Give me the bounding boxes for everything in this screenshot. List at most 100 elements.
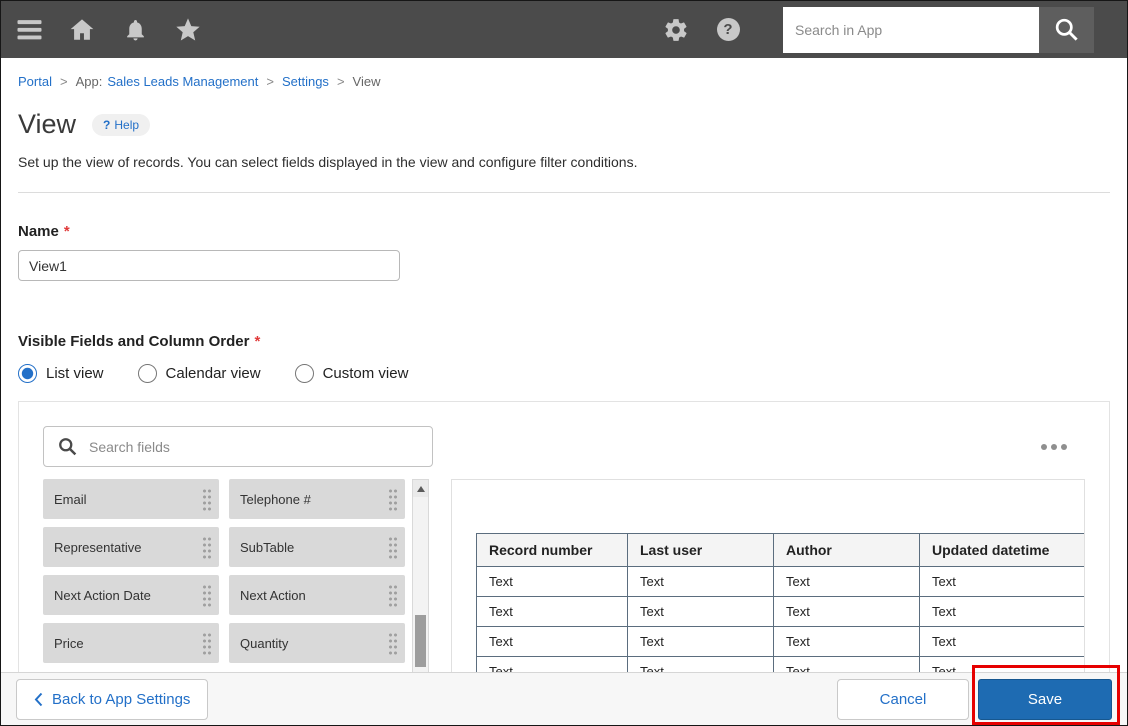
field-chip-subtable[interactable]: SubTable [229, 527, 405, 567]
hamburger-menu-button[interactable] [14, 15, 44, 45]
name-label-text: Name [18, 223, 59, 240]
scroll-up-button[interactable] [413, 480, 428, 497]
fields-scrollbar[interactable] [412, 479, 429, 689]
help-icon: ? [716, 18, 740, 41]
view-preview-area: Record number Last user Author Updated d… [451, 479, 1085, 674]
drag-handle-icon[interactable] [202, 631, 212, 655]
view-name-input[interactable] [18, 250, 400, 281]
field-chip-label: SubTable [240, 539, 295, 555]
help-link[interactable]: ? Help [92, 113, 151, 136]
radio-custom-view[interactable]: Custom view [294, 364, 408, 383]
help-link-label: Help [114, 117, 140, 132]
field-chip-label: Email [54, 491, 87, 507]
field-picker-body: Email Telephone # Representative SubTabl… [43, 479, 1085, 689]
fields-search-box [43, 426, 433, 467]
table-cell: Text [627, 596, 774, 627]
field-chip-price[interactable]: Price [43, 623, 219, 663]
field-chip-representative[interactable]: Representative [43, 527, 219, 567]
page-header: View ? Help [18, 109, 1110, 140]
radio-list-view[interactable]: List view [18, 364, 104, 383]
breadcrumb: Portal > App: Sales Leads Management > S… [18, 74, 1110, 89]
fields-section-label: Visible Fields and Column Order * [18, 333, 1110, 350]
ellipsis-icon [1041, 443, 1047, 450]
field-chip-label: Representative [54, 539, 142, 555]
radio-calendar-view[interactable]: Calendar view [137, 364, 261, 383]
table-cell: Text [773, 596, 920, 627]
breadcrumb-app-link[interactable]: Sales Leads Management [107, 74, 258, 89]
name-field-label: Name * [18, 223, 1110, 240]
search-icon [59, 438, 77, 456]
column-header-record-number[interactable]: Record number [476, 533, 628, 567]
search-input[interactable] [783, 6, 1039, 53]
field-chip-label: Telephone # [240, 491, 311, 507]
field-chip-label: Quantity [240, 635, 289, 651]
fields-label-text: Visible Fields and Column Order [18, 333, 250, 350]
chevron-left-icon [34, 692, 43, 706]
field-chip-quantity[interactable]: Quantity [229, 623, 405, 663]
table-row: Text Text Text Text [476, 566, 1084, 597]
breadcrumb-portal-link[interactable]: Portal [18, 74, 52, 89]
table-cell: Text [919, 626, 1084, 657]
column-header-last-user[interactable]: Last user [627, 533, 774, 567]
drag-handle-icon[interactable] [202, 487, 212, 511]
field-chip-label: Price [54, 635, 84, 651]
action-footer: Back to App Settings Cancel Save [1, 672, 1127, 725]
table-cell: Text [476, 626, 628, 657]
preview-table: Record number Last user Author Updated d… [476, 533, 1084, 673]
column-header-author[interactable]: Author [773, 533, 920, 567]
help-button[interactable]: ? [713, 15, 743, 45]
table-cell: Text [773, 566, 920, 597]
radio-custom-view-input[interactable] [294, 364, 314, 383]
drag-handle-icon[interactable] [388, 535, 398, 559]
star-icon [176, 17, 200, 40]
cancel-button[interactable]: Cancel [837, 678, 969, 720]
radio-list-view-input[interactable] [18, 364, 37, 383]
breadcrumb-current: View [352, 74, 381, 89]
field-chip-telephone[interactable]: Telephone # [229, 479, 405, 519]
drag-handle-icon[interactable] [388, 583, 398, 607]
table-cell: Text [627, 626, 774, 657]
favorites-button[interactable] [173, 15, 203, 45]
breadcrumb-separator: > [336, 74, 345, 89]
table-row: Text Text Text Text [476, 626, 1084, 657]
drag-handle-icon[interactable] [202, 583, 212, 607]
more-options-button[interactable] [1037, 434, 1071, 460]
table-cell: Text [476, 566, 628, 597]
drag-handle-icon[interactable] [202, 535, 212, 559]
help-question-icon: ? [103, 117, 111, 132]
search-icon [1055, 18, 1078, 41]
scroll-up-arrow-icon [416, 485, 425, 492]
fields-search-input[interactable] [89, 438, 419, 455]
back-button-label: Back to App Settings [52, 690, 191, 708]
page-title: View [18, 109, 77, 139]
column-header-updated-datetime[interactable]: Updated datetime [919, 533, 1084, 567]
scrollbar-thumb[interactable] [415, 615, 426, 667]
breadcrumb-separator: > [266, 74, 274, 89]
topbar-right-group: ? [661, 6, 1127, 53]
field-chip-next-action-date[interactable]: Next Action Date [43, 575, 219, 615]
field-chip-next-action[interactable]: Next Action [229, 575, 405, 615]
search-submit-button[interactable] [1039, 6, 1094, 53]
preview-table-header-row: Record number Last user Author Updated d… [476, 533, 1084, 567]
table-row: Text Text Text Text [476, 596, 1084, 627]
notifications-button[interactable] [120, 15, 150, 45]
available-fields-list: Email Telephone # Representative SubTabl… [43, 479, 405, 663]
home-icon [70, 18, 94, 40]
section-divider [18, 192, 1110, 193]
breadcrumb-settings-link[interactable]: Settings [282, 74, 329, 89]
required-mark: * [63, 223, 70, 240]
table-cell: Text [919, 596, 1084, 627]
table-cell: Text [773, 626, 920, 657]
app-settings-button[interactable] [661, 15, 691, 45]
field-chip-email[interactable]: Email [43, 479, 219, 519]
save-button[interactable]: Save [978, 678, 1112, 720]
view-type-radio-group: List view Calendar view Custom view [18, 364, 1110, 383]
drag-handle-icon[interactable] [388, 631, 398, 655]
drag-handle-icon[interactable] [388, 487, 398, 511]
home-button[interactable] [67, 15, 97, 45]
radio-calendar-view-input[interactable] [137, 364, 157, 383]
gear-icon [665, 18, 687, 41]
back-to-app-settings-button[interactable]: Back to App Settings [16, 678, 209, 720]
table-cell: Text [627, 566, 774, 597]
field-picker-panel: Email Telephone # Representative SubTabl… [18, 401, 1110, 701]
